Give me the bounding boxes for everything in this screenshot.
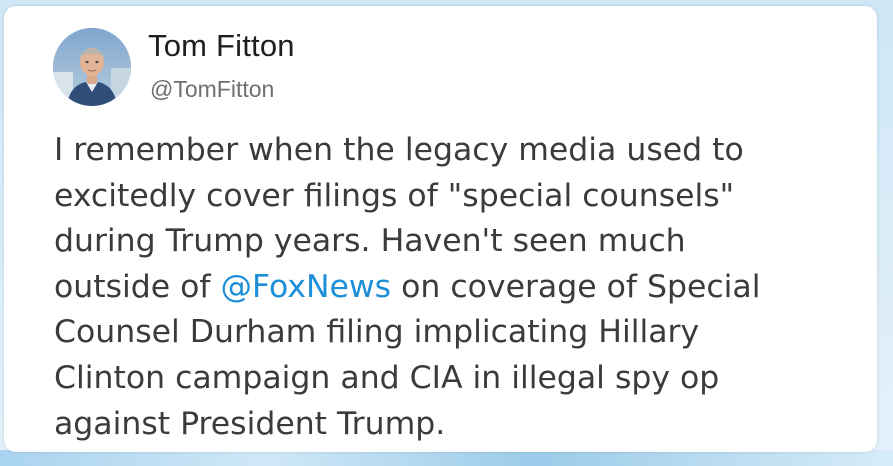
tweet-text-segment: outside of: [54, 268, 221, 305]
tweet-text: I remember when the legacy media used to…: [54, 128, 854, 447]
tweet-line: against President Trump.: [54, 402, 854, 448]
background-strip: [0, 450, 893, 466]
tweet-text-segment: during Trump years. Haven't seen much: [54, 223, 686, 260]
tweet-text-segment: Clinton campaign and CIA in illegal spy …: [54, 359, 720, 396]
tweet-text-segment: excitedly cover filings of "special coun…: [54, 177, 735, 214]
author-name[interactable]: Tom Fitton: [148, 28, 295, 64]
tweet-line: excitedly cover filings of "special coun…: [54, 174, 854, 220]
tweet-line: Counsel Durham filing implicating Hillar…: [54, 310, 854, 356]
tweet-line: during Trump years. Haven't seen much: [54, 219, 854, 265]
tweet-line: outside of @FoxNews on coverage of Speci…: [54, 265, 854, 311]
tweet-text-segment: against President Trump.: [54, 405, 446, 442]
author-handle[interactable]: @TomFitton: [150, 76, 274, 103]
tweet-line: Clinton campaign and CIA in illegal spy …: [54, 356, 854, 402]
tweet-text-segment: I remember when the legacy media used to: [54, 132, 744, 168]
mention-link[interactable]: @FoxNews: [221, 269, 392, 305]
tweet-text-segment: on coverage of Special: [391, 268, 761, 305]
avatar[interactable]: [53, 28, 131, 106]
tweet-line: I remember when the legacy media used to: [54, 128, 854, 174]
tweet-card[interactable]: Tom Fitton @TomFitton I remember when th…: [4, 6, 877, 452]
profile-photo-icon: [53, 28, 131, 106]
tweet-text-segment: Counsel Durham filing implicating Hillar…: [54, 314, 700, 351]
